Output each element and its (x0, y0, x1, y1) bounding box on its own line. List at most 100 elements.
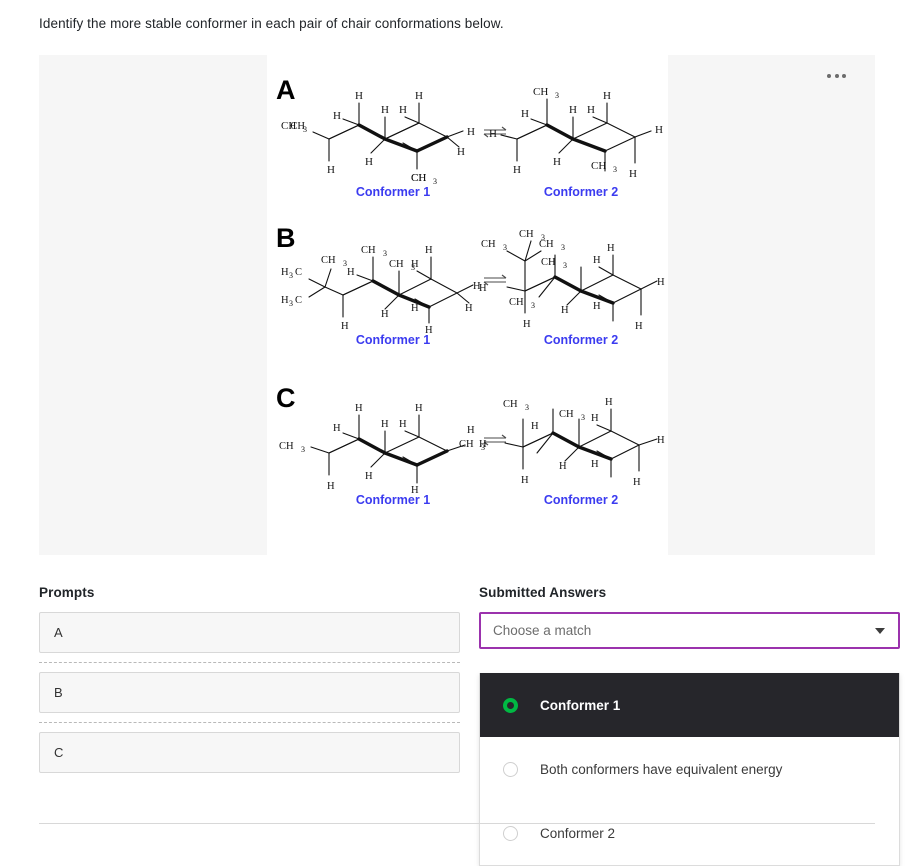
prompt-row-a: A (39, 612, 460, 653)
svg-text:3: 3 (289, 271, 293, 280)
svg-text:H: H (347, 267, 355, 278)
svg-text:H: H (607, 243, 615, 254)
chevron-down-icon[interactable] (875, 627, 885, 634)
svg-text:CH: CH (459, 439, 474, 450)
svg-text:H: H (341, 321, 349, 332)
conformer-label-c1: Conformer 1 (355, 493, 431, 507)
svg-text:CH: CH (509, 297, 524, 308)
figure-right-padding (668, 55, 875, 555)
svg-text:H: H (399, 419, 407, 430)
svg-text:CH: CH (279, 441, 294, 452)
svg-text:3: 3 (525, 403, 529, 412)
svg-text:H: H (365, 156, 373, 168)
svg-text:3: 3 (563, 261, 567, 270)
svg-text:CH: CH (541, 257, 556, 268)
dropdown-option-conformer-1[interactable]: Conformer 1 (480, 673, 899, 737)
svg-text:H: H (593, 255, 601, 266)
match-select[interactable]: Choose a match (479, 612, 900, 649)
svg-text:H: H (513, 164, 521, 176)
answers-column: Submitted Answers Choose a match Conform… (479, 585, 900, 866)
row-letter-c: C (276, 383, 296, 413)
chair-structure-c2: CH 3 CH 3 H H H H H H H H H (479, 385, 667, 493)
prompt-cell-a[interactable]: A (39, 612, 460, 653)
svg-text:C: C (295, 295, 302, 306)
svg-text:H: H (633, 477, 641, 488)
prompt-row-c: C (39, 732, 460, 773)
chair-structure-c1: CH 3 H H H H H H H CH 3 H H (279, 385, 485, 496)
svg-text:3: 3 (303, 125, 307, 134)
svg-text:3: 3 (541, 233, 545, 242)
conformer-pair-a: CH H H H H H H H H H CH CH 3 CH 3 CH 3 H… (281, 77, 667, 217)
svg-text:H: H (415, 90, 423, 102)
svg-text:3: 3 (561, 243, 565, 252)
chem-row-b: B H 3 C H 3 C CH 3 CH 3 CH 3 H H H H H H… (267, 225, 668, 365)
svg-text:CH: CH (503, 399, 518, 410)
chair-structure-b2: CH 3 CH 3 CH 3 CH 3 CH 3 H H H H H H H H (479, 225, 667, 333)
prompt-cell-c[interactable]: C (39, 732, 460, 773)
svg-text:H: H (531, 421, 539, 432)
section-divider (39, 823, 875, 824)
svg-text:H: H (559, 461, 567, 472)
svg-text:H: H (655, 124, 663, 136)
svg-text:3: 3 (503, 243, 507, 252)
svg-text:H: H (465, 303, 473, 314)
figure-left-padding (39, 55, 267, 555)
prompt-row-b: B (39, 672, 460, 713)
match-select-placeholder: Choose a match (493, 623, 592, 638)
chem-row-a: A CH H H H H H H H H H CH CH 3 CH 3 CH 3… (267, 77, 668, 217)
svg-text:CH: CH (559, 409, 574, 420)
svg-text:H: H (635, 321, 643, 332)
question-text: Identify the more stable conformer in ea… (39, 16, 504, 31)
svg-text:CH: CH (519, 229, 534, 240)
svg-text:H: H (521, 475, 529, 486)
svg-text:H: H (425, 245, 433, 256)
svg-text:C: C (295, 267, 302, 278)
svg-text:H: H (561, 305, 569, 316)
radio-icon-conformer-1[interactable] (503, 697, 518, 713)
svg-text:CH: CH (481, 239, 496, 250)
prompts-column: Prompts A B C (39, 585, 460, 773)
svg-text:H: H (479, 439, 487, 450)
svg-text:CH: CH (321, 255, 336, 266)
svg-text:H: H (467, 126, 475, 138)
svg-text:H: H (411, 259, 419, 270)
svg-text:H: H (457, 146, 465, 158)
prompt-cell-b[interactable]: B (39, 672, 460, 713)
answers-heading: Submitted Answers (479, 585, 607, 600)
svg-text:H: H (603, 90, 611, 102)
svg-text:H: H (657, 277, 665, 288)
svg-text:3: 3 (383, 249, 387, 258)
dropdown-option-conformer-2[interactable]: Conformer 2 (480, 801, 899, 865)
ellipsis-horizontal-icon[interactable] (827, 74, 846, 78)
svg-text:CH: CH (389, 259, 404, 270)
svg-text:H: H (415, 403, 423, 414)
conformer-pair-b: H3C H3C CH 3 CH 3 CH 3 H H H H H H H H H… (281, 225, 667, 365)
svg-text:CH: CH (281, 120, 296, 132)
svg-text:H: H (355, 403, 363, 414)
svg-text:3: 3 (531, 301, 535, 310)
svg-text:CH: CH (361, 245, 376, 256)
radio-icon-equivalent-energy[interactable] (503, 761, 518, 777)
match-dropdown-list[interactable]: Conformer 1 Both conformers have equival… (479, 673, 900, 866)
svg-text:H: H (569, 104, 577, 116)
svg-text:H: H (333, 110, 341, 122)
chair-structure-a2: CH 3 H H H H H H H H H CH 3 (489, 77, 667, 185)
svg-text:H: H (281, 295, 289, 306)
dropdown-option-label: Conformer 1 (540, 697, 621, 713)
svg-text:H: H (327, 481, 335, 492)
svg-text:H: H (365, 471, 373, 482)
svg-text:H: H (657, 435, 665, 446)
svg-text:H: H (523, 319, 531, 330)
chair-structure-a1: CH H H H H H H H H H CH CH 3 CH 3 (281, 77, 479, 186)
svg-text:H: H (605, 397, 613, 408)
conformer-pair-c: CH 3 H H H H H H H CH 3 H H CH 3 CH 3 H … (279, 385, 667, 525)
svg-text:H: H (399, 104, 407, 116)
svg-text:H: H (521, 108, 529, 120)
svg-text:3: 3 (581, 413, 585, 422)
svg-text:H: H (587, 104, 595, 116)
dropdown-option-label: Both conformers have equivalent energy (540, 761, 783, 777)
dropdown-option-equivalent-energy[interactable]: Both conformers have equivalent energy (480, 737, 899, 801)
row-letter-a: A (276, 75, 296, 105)
radio-icon-conformer-2[interactable] (503, 825, 518, 841)
svg-text:H: H (327, 164, 335, 176)
